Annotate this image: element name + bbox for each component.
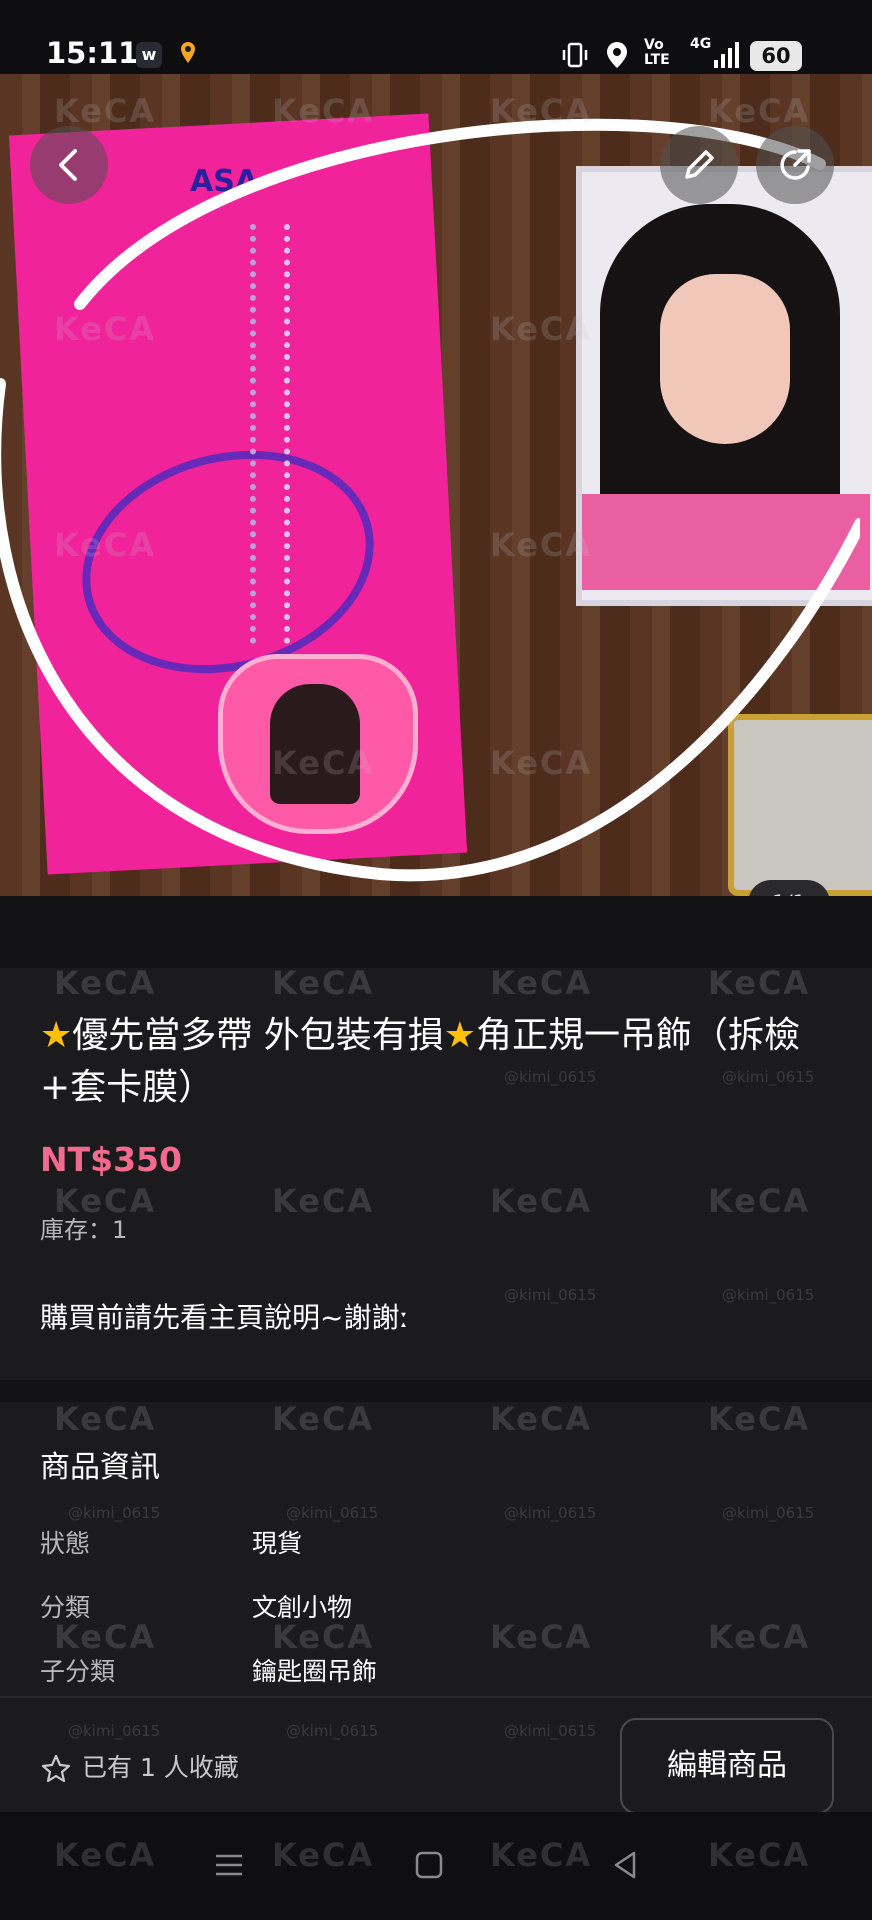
- watermark-handle: @kimi_0615: [722, 1504, 815, 1522]
- divider: [0, 1696, 872, 1698]
- network-type: 4G: [690, 36, 712, 52]
- watermark: KeCA: [54, 1400, 157, 1438]
- chevron-left-icon: [59, 149, 77, 181]
- back-button[interactable]: [30, 126, 108, 204]
- menu-icon[interactable]: [212, 1848, 246, 1886]
- watermark: KeCA: [708, 1400, 811, 1438]
- info-label-status: 狀態: [40, 1529, 91, 1558]
- status-time: 15:11: [46, 36, 139, 70]
- watermark: KeCA: [490, 1400, 593, 1438]
- status-bar: 15:11 w Vo LTE 4G 60: [0, 0, 872, 74]
- highlight-circle: [0, 118, 860, 882]
- watermark-handle: @kimi_0615: [504, 1504, 597, 1522]
- stock-label: 庫存：: [40, 1216, 112, 1244]
- edit-product-button[interactable]: 編輯商品: [620, 1718, 834, 1814]
- signal-icon: [712, 40, 742, 74]
- w-app-icon: w: [136, 42, 162, 68]
- watermark: KeCA: [490, 1618, 593, 1656]
- watermark-handle: @kimi_0615: [504, 1722, 597, 1740]
- pencil-icon: [685, 150, 714, 179]
- watermark-handle: @kimi_0615: [68, 1504, 161, 1522]
- volte-icon: Vo LTE: [644, 37, 670, 68]
- watermark: KeCA: [708, 1182, 811, 1220]
- star-outline-icon: [41, 1754, 71, 1783]
- watermark: KeCA: [708, 1618, 811, 1656]
- location-icon: [604, 40, 630, 75]
- watermark: KeCA: [490, 1182, 593, 1220]
- watermark: KeCA: [490, 964, 593, 1002]
- star-icon: ★: [443, 1015, 477, 1056]
- watermark-handle: @kimi_0615: [68, 1722, 161, 1740]
- watermark-handle: @kimi_0615: [504, 1286, 597, 1304]
- watermark-handle: @kimi_0615: [286, 1504, 379, 1522]
- watermark-handle: @kimi_0615: [722, 1286, 815, 1304]
- product-title: ★優先當多帶 外包裝有損★角正規一吊飾（拆檢+套卡膜）: [40, 1010, 840, 1114]
- home-icon[interactable]: [412, 1848, 446, 1886]
- info-label-subcategory: 子分類: [40, 1657, 116, 1686]
- watermark: KeCA: [272, 964, 375, 1002]
- edit-button[interactable]: [660, 126, 738, 204]
- separator: [0, 1380, 872, 1402]
- watermark: KeCA: [708, 964, 811, 1002]
- stock-value: 1: [112, 1216, 128, 1244]
- vibrate-icon: [560, 40, 590, 75]
- favorite-count: 已有 1 人收藏: [82, 1753, 239, 1782]
- info-label-category: 分類: [40, 1593, 91, 1622]
- product-price: NT$350: [40, 1140, 182, 1179]
- back-nav-icon[interactable]: [608, 1848, 642, 1886]
- watermark: KeCA: [272, 1400, 375, 1438]
- info-heading: 商品資訊: [40, 1450, 160, 1485]
- product-image[interactable]: ASA KeCA KeCA KeCA KeCA KeCA KeCA KeCA K…: [0, 74, 872, 896]
- watermark: KeCA: [54, 964, 157, 1002]
- favorite-button[interactable]: 已有 1 人收藏: [40, 1748, 239, 1785]
- separator: [0, 896, 872, 968]
- product-description: 購買前請先看主頁說明~謝謝ː: [40, 1301, 409, 1334]
- battery-indicator: 60: [750, 41, 802, 71]
- watermark: KeCA: [272, 1182, 375, 1220]
- stock-info: 庫存：1: [40, 1210, 127, 1245]
- title-text-1: 優先當多帶 外包裝有損: [72, 1015, 444, 1056]
- info-value-category: 文創小物: [252, 1593, 353, 1622]
- share-icon: [780, 149, 811, 180]
- location-notification-icon: [178, 40, 198, 71]
- share-button[interactable]: [756, 126, 834, 204]
- info-value-status: 現貨: [252, 1529, 303, 1558]
- star-icon: ★: [40, 1015, 73, 1056]
- info-value-subcategory: 鑰匙圈吊飾: [252, 1657, 378, 1686]
- watermark-handle: @kimi_0615: [286, 1722, 379, 1740]
